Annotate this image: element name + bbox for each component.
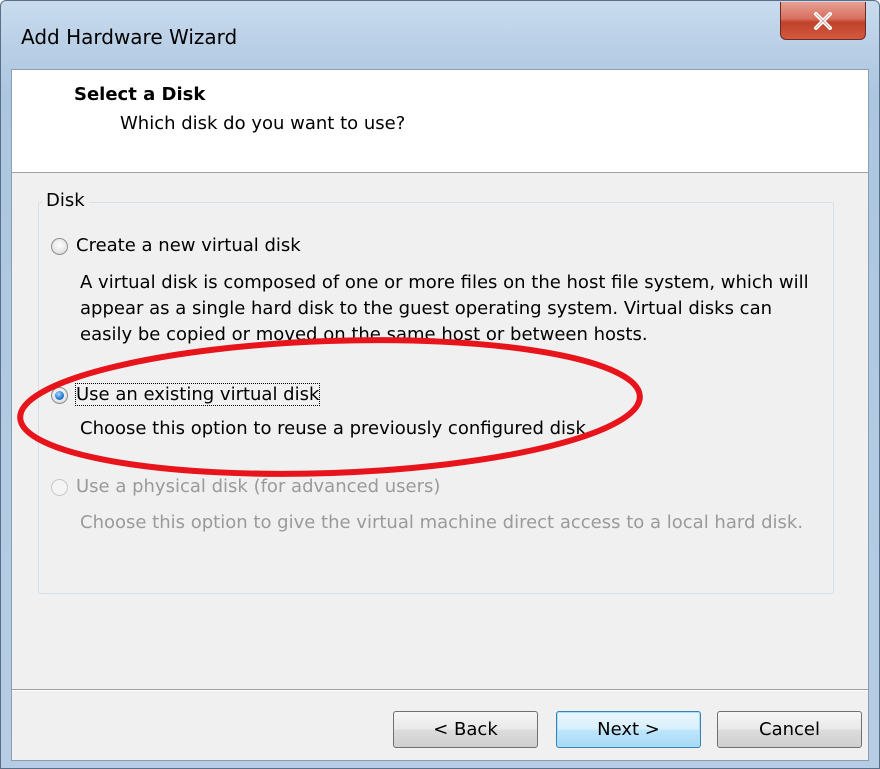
option-create-new-disk-label[interactable]: Create a new virtual disk [76,235,301,256]
option-use-existing-disk-label[interactable]: Use an existing virtual disk [74,383,321,406]
close-button[interactable] [780,2,866,40]
cancel-button[interactable]: Cancel [717,711,862,748]
title-bar[interactable]: Add Hardware Wizard [1,1,879,69]
wizard-content: Select a Disk Which disk do you want to … [11,69,869,761]
option-use-existing-disk-description: Choose this option to reuse a previously… [80,418,592,439]
window-title: Add Hardware Wizard [21,25,238,49]
option-create-new-disk-description: A virtual disk is composed of one or mor… [80,272,809,345]
option-use-physical-disk-label[interactable]: Use a physical disk (for advanced users) [76,476,440,497]
close-icon [814,11,832,30]
back-button[interactable]: < Back [393,711,538,748]
radio-use-physical-disk[interactable] [51,479,68,496]
radio-create-new-disk[interactable] [51,238,68,255]
option-use-physical-disk-description: Choose this option to give the virtual m… [80,512,804,533]
next-button[interactable]: Next > [556,711,701,748]
bottom-separator [12,689,868,691]
wizard-window: Add Hardware Wizard Select a Disk Which … [0,0,880,769]
radio-use-existing-disk[interactable] [51,387,68,404]
disk-group-label: Disk [42,190,89,211]
page-title: Select a Disk [74,84,206,105]
wizard-header: Select a Disk Which disk do you want to … [12,70,868,173]
page-subtitle: Which disk do you want to use? [120,113,406,134]
